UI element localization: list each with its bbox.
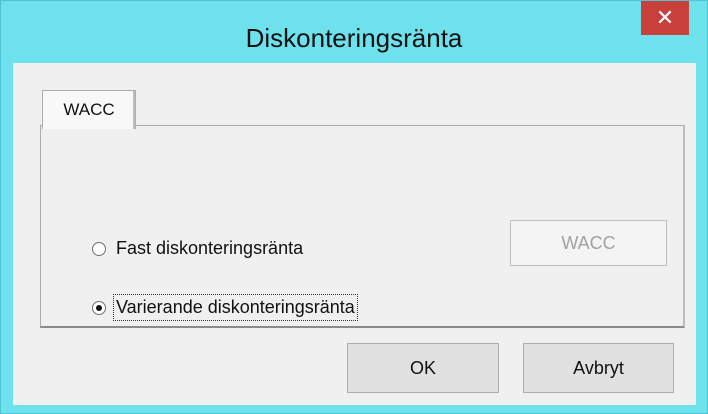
wacc-button-label: WACC [561,232,616,253]
ok-button-label: OK [409,357,436,378]
variable-rate-label: Varierande diskonteringsränta [113,294,358,321]
fixed-rate-radio[interactable] [92,241,106,256]
cancel-button[interactable]: Avbryt [523,343,674,393]
title-bar[interactable]: Diskonteringsränta ✕ [1,1,707,63]
window-title: Diskonteringsränta [245,23,463,53]
cancel-button-label: Avbryt [573,357,624,378]
variable-rate-option[interactable]: Varierande diskonteringsränta [92,294,358,321]
ok-button[interactable]: OK [347,343,499,393]
dialog-client-area: WACC Fast diskonteringsränta Varierande … [13,63,696,405]
close-icon: ✕ [655,5,675,30]
variable-rate-radio[interactable] [92,300,106,315]
close-button[interactable]: ✕ [641,1,689,35]
fixed-rate-option[interactable]: Fast diskonteringsränta [92,238,303,259]
tab-wacc[interactable]: WACC [42,90,136,129]
fixed-rate-label: Fast diskonteringsränta [116,238,304,258]
dialog-window: Diskonteringsränta ✕ WACC Fast diskonter… [0,0,708,414]
tab-pane-wacc: Fast diskonteringsränta Varierande disko… [40,125,685,328]
tab-wacc-label: WACC [63,100,115,119]
wacc-button[interactable]: WACC [510,220,667,266]
